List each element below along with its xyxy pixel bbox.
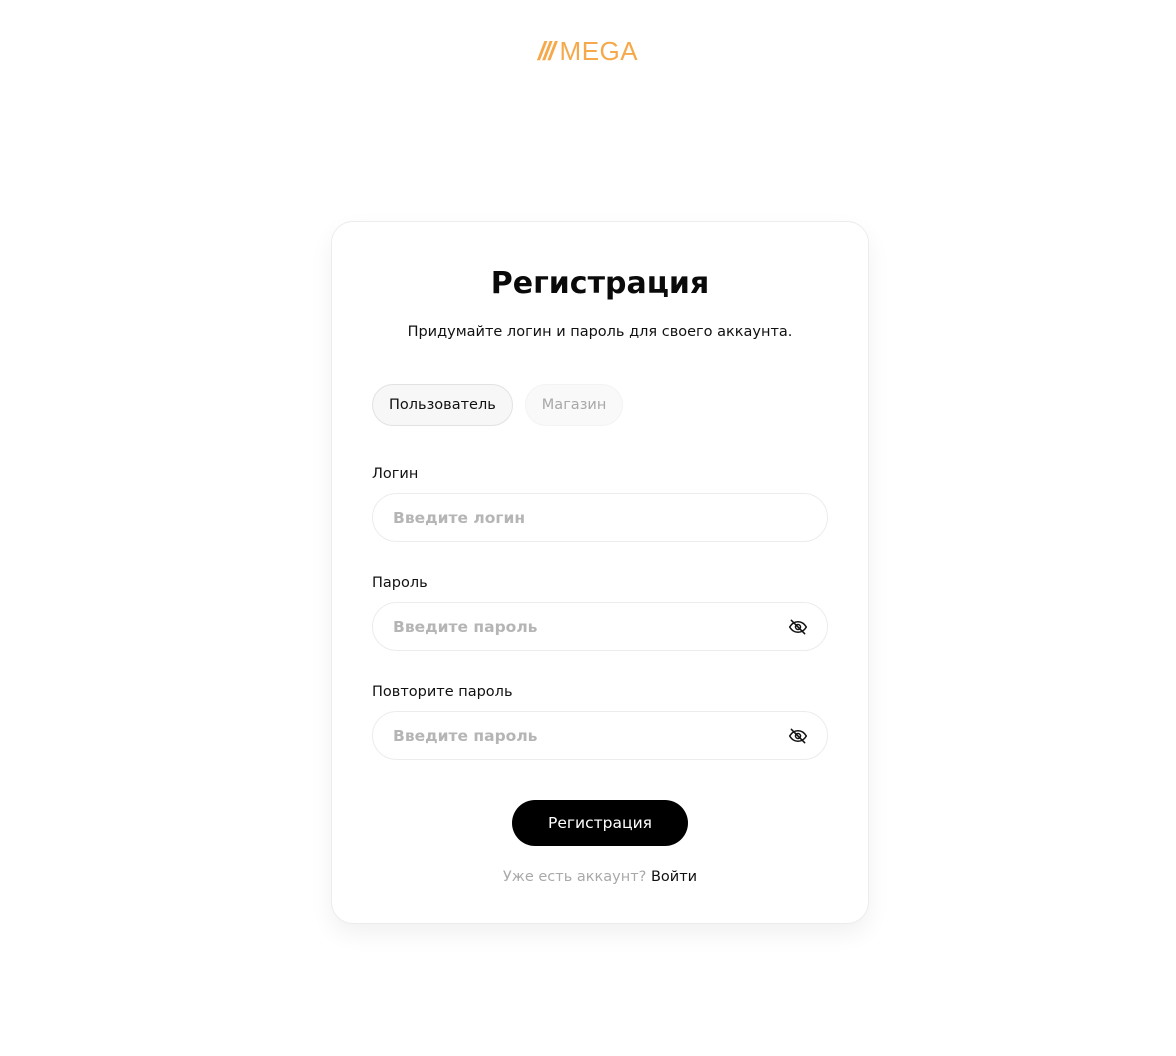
password-label: Пароль <box>372 575 428 591</box>
registration-card: Регистрация Придумайте логин и пароль дл… <box>331 221 869 924</box>
password-repeat-visibility-toggle[interactable] <box>787 725 809 747</box>
login-prompt: Уже есть аккаунт? Войти <box>372 867 828 887</box>
login-input[interactable] <box>373 494 827 541</box>
password-repeat-input-wrapper <box>372 711 828 760</box>
role-tab-shop[interactable]: Магазин <box>524 384 624 426</box>
password-input-wrapper <box>372 602 828 651</box>
login-label: Логин <box>372 466 419 482</box>
eye-off-icon <box>788 619 808 634</box>
password-repeat-label: Повторите пароль <box>372 684 513 700</box>
login-input-wrapper <box>372 493 828 542</box>
brand-logo[interactable]: /// MEGA <box>0 36 1176 66</box>
page-subtitle: Придумайте логин и пароль для своего акк… <box>407 324 793 340</box>
password-input[interactable] <box>373 603 827 650</box>
login-link[interactable]: Войти <box>651 869 697 885</box>
registration-page: /// MEGA Регистрация Придумайте логин и … <box>0 0 1176 1056</box>
role-tab-user[interactable]: Пользователь <box>372 384 513 426</box>
page-title: Регистрация <box>490 266 710 301</box>
register-button[interactable]: Регистрация <box>512 800 688 846</box>
logo-slashes: /// <box>537 36 556 66</box>
eye-off-icon <box>788 728 808 743</box>
password-field-group: Пароль <box>372 573 828 651</box>
has-account-text: Уже есть аккаунт? <box>502 869 647 885</box>
password-repeat-input[interactable] <box>373 712 827 759</box>
submit-row: Регистрация <box>372 800 828 846</box>
password-repeat-field-group: Повторите пароль <box>372 682 828 760</box>
password-visibility-toggle[interactable] <box>787 616 809 638</box>
role-switcher: Пользователь Магазин <box>372 384 828 426</box>
login-field-group: Логин <box>372 464 828 542</box>
logo-name: MEGA <box>559 36 639 66</box>
